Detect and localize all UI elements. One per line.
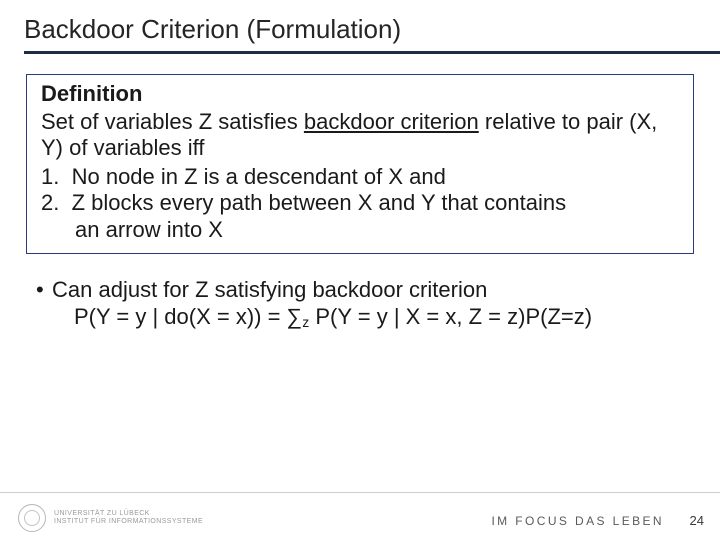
formula-suffix: P(Y = y | X = x, Z = z)P(Z=z): [309, 304, 592, 329]
definition-list: 1. No node in Z is a descendant of X and…: [41, 164, 679, 217]
formula-prefix: P(Y = y | do(X = x)) = ∑: [74, 304, 302, 329]
definition-intro-pre: Set of variables Z satisfies: [41, 109, 304, 134]
title-underline: [24, 51, 720, 54]
definition-item-2: 2. Z blocks every path between X and Y t…: [41, 190, 679, 216]
university-logo: UNIVERSITÄT ZU LÜBECK INSTITUT FÜR INFOR…: [18, 504, 203, 532]
definition-box: Definition Set of variables Z satisfies …: [26, 74, 694, 254]
definition-item-1: 1. No node in Z is a descendant of X and: [41, 164, 679, 190]
university-line2: INSTITUT FÜR INFORMATIONSSYSTEME: [54, 518, 203, 526]
footer-motto: IM FOCUS DAS LEBEN: [491, 514, 664, 528]
bullet-1: •Can adjust for Z satisfying backdoor cr…: [36, 276, 694, 304]
bullet-1-formula: P(Y = y | do(X = x)) = ∑z P(Y = y | X = …: [36, 303, 694, 332]
definition-item-1-text: No node in Z is a descendant of X and: [72, 164, 446, 189]
definition-item-2-text: Z blocks every path between X and Y that…: [72, 190, 567, 215]
definition-item-2-cont: an arrow into X: [41, 217, 679, 243]
bullet-section: •Can adjust for Z satisfying backdoor cr…: [26, 276, 694, 332]
footer-rule: [0, 492, 720, 493]
definition-item-2-num: 2.: [41, 190, 59, 215]
definition-item-1-num: 1.: [41, 164, 59, 189]
university-text: UNIVERSITÄT ZU LÜBECK INSTITUT FÜR INFOR…: [54, 510, 203, 526]
bullet-1-text: Can adjust for Z satisfying backdoor cri…: [52, 277, 487, 302]
bullet-marker: •: [36, 276, 52, 304]
definition-heading: Definition: [41, 81, 679, 107]
slide-body: Definition Set of variables Z satisfies …: [0, 60, 720, 332]
slide-footer: UNIVERSITÄT ZU LÜBECK INSTITUT FÜR INFOR…: [0, 492, 720, 540]
definition-intro: Set of variables Z satisfies backdoor cr…: [41, 109, 679, 162]
page-number: 24: [690, 513, 704, 528]
university-line1: UNIVERSITÄT ZU LÜBECK: [54, 510, 203, 518]
slide-header: Backdoor Criterion (Formulation): [0, 0, 720, 60]
definition-term-underlined: backdoor criterion: [304, 109, 479, 134]
university-seal-icon: [18, 504, 46, 532]
slide-title: Backdoor Criterion (Formulation): [24, 14, 720, 45]
